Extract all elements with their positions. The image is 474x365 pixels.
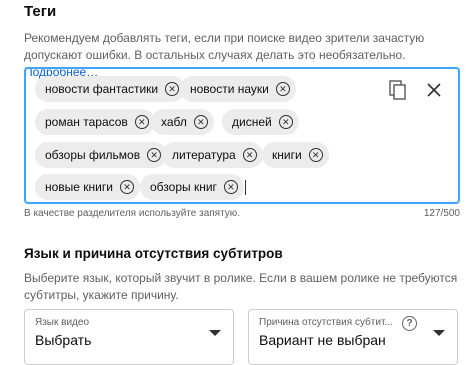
close-icon[interactable] [424,80,444,100]
remove-tag-icon[interactable]: ✕ [308,148,323,162]
tag-chip[interactable]: роман тарасов ✕ [35,109,155,135]
tag-chip-label: хабл [161,115,187,129]
no-subtitles-reason-select[interactable]: Причина отсутствия субтит... ? Вариант н… [248,309,458,365]
tag-chip-label: новые книги [45,180,113,194]
tag-chip[interactable]: новости фантастики ✕ [35,76,186,102]
remove-tag-icon[interactable]: ✕ [242,148,257,162]
subtitles-description: Выберите язык, который звучит в ролике. … [24,271,458,302]
tag-chip-label: новости фантастики [45,82,159,96]
remove-tag-icon[interactable]: ✕ [275,82,290,96]
dropdown-arrow-icon [433,330,445,336]
tag-chip[interactable]: книги ✕ [262,142,329,168]
separator-hint: В качестве разделителя используйте запят… [24,208,241,219]
tag-chip[interactable]: новые книги ✕ [35,174,140,200]
tags-description-text: Рекомендуем добавлять теги, если при пои… [24,31,425,62]
tag-chip[interactable]: обзоры книг ✕ [140,174,244,200]
tag-chip-label: роман тарасов [45,115,128,129]
tag-chip-label: обзоры фильмов [45,148,141,162]
tag-chip[interactable]: литература ✕ [162,142,263,168]
tag-chip-label: литература [172,148,236,162]
tag-chip[interactable]: дисней ✕ [222,109,299,135]
tag-chip-label: новости науки [190,82,269,96]
tags-section-title: Теги [24,3,57,20]
character-counter: 127/500 [423,208,460,219]
tag-chip-label: обзоры книг [150,180,217,194]
video-language-value: Выбрать [35,332,92,348]
remove-tag-icon[interactable]: ✕ [223,180,238,194]
tag-chip[interactable]: хабл ✕ [151,109,214,135]
tags-input-box[interactable]: новости фантастики ✕ новости науки ✕ ром… [24,67,460,204]
remove-tag-icon[interactable]: ✕ [193,115,208,129]
video-language-select[interactable]: Язык видео Выбрать [24,309,234,365]
subtitles-section-title: Язык и причина отсутствия субтитров [24,246,283,261]
no-subtitles-reason-label: Причина отсутствия субтит... [259,317,393,328]
copy-icon[interactable] [389,80,407,100]
remove-tag-icon[interactable]: ✕ [147,148,162,162]
remove-tag-icon[interactable]: ✕ [278,115,293,129]
tag-chip[interactable]: обзоры фильмов ✕ [35,142,168,168]
text-cursor [245,180,246,195]
remove-tag-icon[interactable]: ✕ [119,180,134,194]
help-icon[interactable]: ? [402,316,417,331]
remove-tag-icon[interactable]: ✕ [134,115,149,129]
tag-chip-label: дисней [232,115,272,129]
no-subtitles-reason-value: Вариант не выбран [259,332,386,348]
tag-chip[interactable]: новости науки ✕ [180,76,296,102]
remove-tag-icon[interactable]: ✕ [165,82,180,96]
tag-chip-label: книги [272,148,302,162]
video-language-label: Язык видео [35,317,90,328]
dropdown-arrow-icon [209,330,221,336]
